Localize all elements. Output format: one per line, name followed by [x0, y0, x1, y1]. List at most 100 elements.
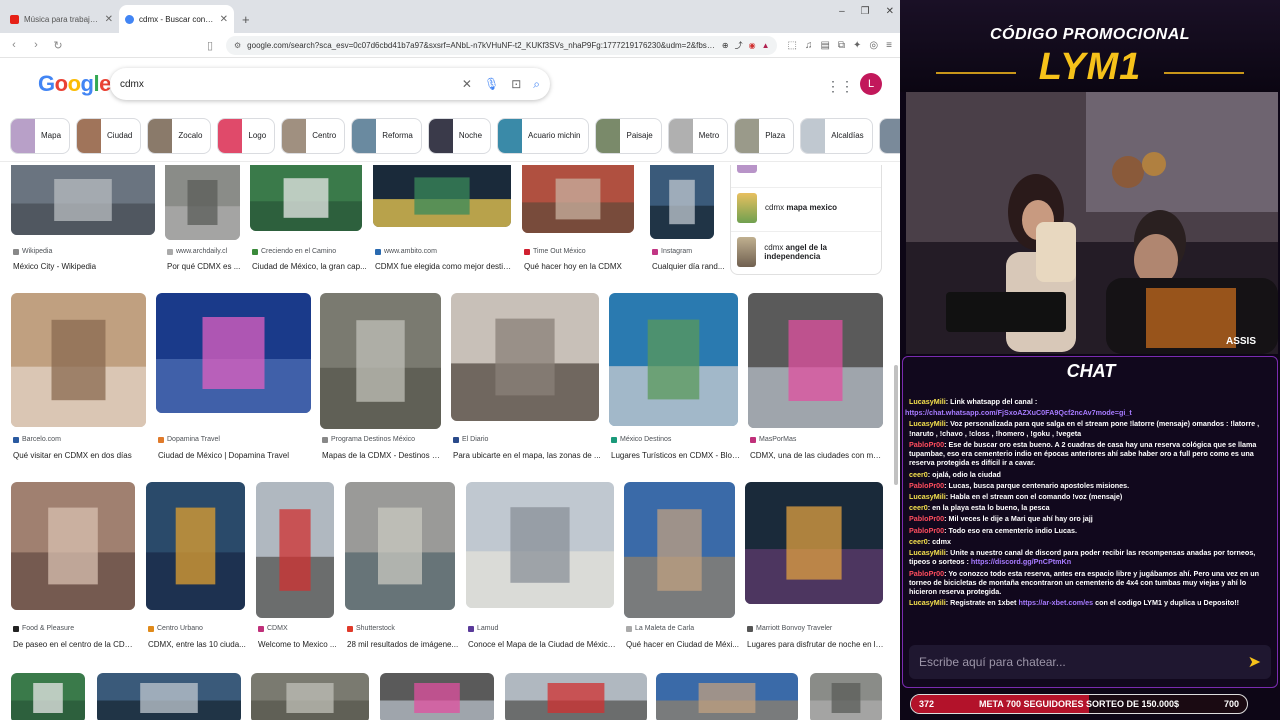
tab-music[interactable]: Música para trabajar activo y ale ✕: [4, 5, 119, 33]
chat-link[interactable]: https://discord.gg/PnCPtmKn: [971, 557, 1071, 566]
result-title[interactable]: Qué hacer hoy en la CDMX: [524, 262, 622, 271]
avatar[interactable]: L: [860, 73, 882, 95]
result-source[interactable]: Centro Urbano: [148, 625, 203, 632]
result-thumbnail[interactable]: [656, 673, 798, 720]
result-title[interactable]: Qué hacer en Ciudad de Méxi...: [626, 640, 739, 649]
related-item[interactable]: cdmx angel de la independencia: [731, 231, 881, 271]
result-thumbnail[interactable]: [505, 673, 647, 720]
related-item-partial[interactable]: [731, 165, 881, 177]
result-thumbnail[interactable]: [97, 673, 241, 720]
search-input[interactable]: cdmx: [120, 79, 450, 90]
tab-google-search[interactable]: cdmx - Buscar con Google ✕: [119, 5, 234, 33]
result-thumbnail[interactable]: [320, 293, 441, 429]
reading-list-icon[interactable]: ▤: [820, 40, 829, 51]
filter-chip[interactable]: Alcaldías: [800, 117, 873, 154]
chat-username[interactable]: LucasyMili: [909, 548, 946, 557]
result-title[interactable]: Cualquier día rand...: [652, 262, 725, 271]
filter-chip[interactable]: Ciudad: [76, 117, 142, 154]
result-thumbnail[interactable]: [11, 293, 146, 427]
filter-chip[interactable]: Polanco: [878, 117, 900, 154]
chat-username[interactable]: LucasyMili: [909, 492, 946, 501]
result-thumbnail[interactable]: [373, 165, 511, 227]
chat-link[interactable]: https://ar-xbet.com/es: [1018, 598, 1093, 607]
chat-username[interactable]: LucasyMili: [909, 419, 946, 428]
result-title[interactable]: México City - Wikipedia: [13, 262, 96, 271]
result-title[interactable]: Ciudad de México, la gran cap...: [252, 262, 367, 271]
extensions-icon[interactable]: ✦: [853, 40, 861, 51]
result-source[interactable]: México Destinos: [611, 436, 671, 443]
result-source[interactable]: Marriott Bonvoy Traveler: [747, 625, 832, 632]
shield-icon[interactable]: ◎: [869, 40, 878, 51]
result-source[interactable]: Food & Pleasure: [13, 625, 74, 632]
site-info-icon[interactable]: ⚙: [234, 41, 241, 50]
chat-username[interactable]: PabloPr00: [909, 526, 944, 535]
result-source[interactable]: Instagram: [652, 248, 692, 255]
result-title[interactable]: Mapas de la CDMX - Destinos M...: [322, 451, 443, 460]
filter-chip[interactable]: Plaza: [734, 117, 795, 154]
result-title[interactable]: CDMX fue elegida como mejor destino ...: [375, 262, 513, 271]
filter-chip[interactable]: Zocalo: [147, 117, 212, 154]
result-source[interactable]: CDMX: [258, 625, 288, 632]
result-title[interactable]: Welcome to Mexico ...: [258, 640, 337, 649]
chat-username[interactable]: PabloPr00: [909, 569, 944, 578]
result-title[interactable]: CDMX, una de las ciudades con mej...: [750, 451, 885, 460]
filter-chip[interactable]: Logo: [217, 117, 276, 154]
result-title[interactable]: CDMX, entre las 10 ciuda...: [148, 640, 246, 649]
minimize-button[interactable]: –: [839, 6, 845, 17]
result-thumbnail[interactable]: [380, 673, 494, 720]
result-thumbnail[interactable]: [624, 482, 735, 618]
back-arrow-icon[interactable]: ‹: [8, 39, 20, 51]
result-source[interactable]: Shutterstock: [347, 625, 395, 632]
menu-icon[interactable]: ≡: [886, 40, 892, 51]
result-title[interactable]: Lugares Turísticos en CDMX - Blog...: [611, 451, 740, 460]
result-source[interactable]: www.archdaily.cl: [167, 248, 227, 255]
result-title[interactable]: 28 mil resultados de imágene...: [347, 640, 458, 649]
new-tab-button[interactable]: +: [234, 12, 258, 33]
chat-username[interactable]: PabloPr00: [909, 514, 944, 523]
result-thumbnail[interactable]: [11, 673, 85, 720]
close-icon[interactable]: ✕: [105, 14, 113, 25]
chat-username[interactable]: ceer0: [909, 470, 928, 479]
result-source[interactable]: Lamud: [468, 625, 498, 632]
result-title[interactable]: Para ubicarte en el mapa, las zonas de .…: [453, 451, 601, 460]
zoom-icon[interactable]: ⊕: [722, 41, 729, 50]
filter-chip[interactable]: Paisaje: [595, 117, 662, 154]
result-thumbnail[interactable]: [650, 165, 714, 239]
result-thumbnail[interactable]: [522, 165, 634, 233]
result-source[interactable]: MasPorMas: [750, 436, 796, 443]
result-source[interactable]: Programa Destinos México: [322, 436, 415, 443]
chat-link[interactable]: https://chat.whatsapp.com/FjSxoAZXuC0FA9…: [905, 408, 1132, 417]
filter-chip[interactable]: Acuario michin: [497, 117, 590, 154]
result-thumbnail[interactable]: [146, 482, 245, 610]
collections-icon[interactable]: ⧉: [838, 40, 845, 51]
bookmark-icon[interactable]: ▯: [204, 39, 216, 52]
page-scrollbar[interactable]: [894, 365, 898, 485]
result-title[interactable]: Ciudad de México | Dopamina Travel: [158, 451, 289, 460]
lens-icon[interactable]: ⊡: [511, 77, 521, 91]
chat-username[interactable]: ceer0: [909, 537, 928, 546]
chat-username[interactable]: PabloPr00: [909, 481, 944, 490]
result-thumbnail[interactable]: [345, 482, 455, 610]
result-thumbnail[interactable]: [256, 482, 334, 618]
result-source[interactable]: Dopamina Travel: [158, 436, 220, 443]
result-thumbnail[interactable]: [609, 293, 738, 426]
result-source[interactable]: La Maleta de Carla: [626, 625, 694, 632]
result-source[interactable]: www.ambito.com: [375, 248, 437, 255]
chat-username[interactable]: LucasyMili: [909, 598, 946, 607]
url-field[interactable]: ⚙ google.com/search?sca_esv=0c07d6cbd41b…: [226, 35, 778, 55]
alert-icon[interactable]: ▲: [762, 41, 770, 50]
reload-icon[interactable]: ↻: [52, 39, 64, 52]
restore-button[interactable]: ❐: [861, 6, 870, 17]
result-thumbnail[interactable]: [11, 482, 135, 610]
result-thumbnail[interactable]: [165, 165, 240, 240]
filter-chip[interactable]: Metro: [667, 117, 729, 154]
clear-icon[interactable]: ✕: [462, 77, 472, 91]
chat-input[interactable]: Escribe aquí para chatear... ➤: [909, 645, 1271, 679]
send-icon[interactable]: ➤: [1248, 652, 1261, 672]
result-thumbnail[interactable]: [11, 165, 155, 235]
microphone-icon[interactable]: 🎙: [484, 77, 499, 91]
chat-username[interactable]: PabloPr00: [909, 440, 944, 449]
result-thumbnail[interactable]: [251, 673, 369, 720]
share-icon[interactable]: ⤴: [735, 40, 743, 51]
filter-chip[interactable]: Noche: [427, 117, 492, 154]
